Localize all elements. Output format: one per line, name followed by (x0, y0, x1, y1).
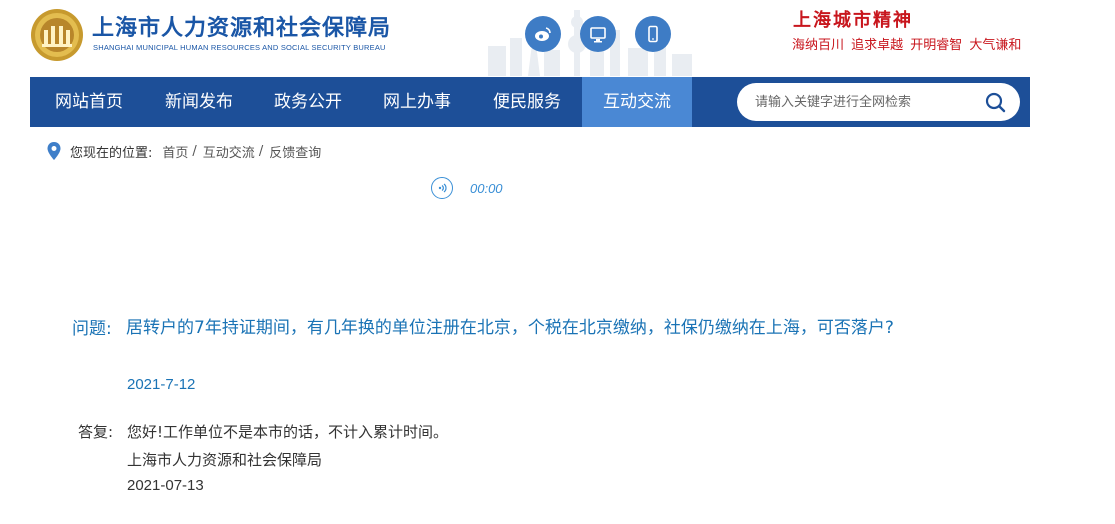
search-icon[interactable] (984, 91, 1006, 113)
breadcrumb-separator: / (258, 143, 264, 159)
breadcrumb-label: 您现在的位置: (70, 145, 153, 161)
question-label: 问题: (72, 319, 112, 339)
question-date: 2021-7-12 (127, 376, 196, 393)
nav-item-public-services[interactable]: 便民服务 (472, 77, 582, 127)
desktop-icon (590, 27, 606, 43)
main-nav: 网站首页 新闻发布 政务公开 网上办事 便民服务 互动交流 (30, 77, 1030, 127)
city-spirit-slogan: 海纳百川 追求卓越 开明睿智 大气谦和 (792, 38, 1022, 53)
audio-play-button[interactable] (431, 177, 453, 199)
answer-label: 答复: (78, 423, 114, 441)
weibo-icon (535, 27, 551, 41)
org-name-en: SHANGHAI MUNICIPAL HUMAN RESOURCES AND S… (93, 43, 386, 52)
nav-item-news[interactable]: 新闻发布 (144, 77, 254, 127)
nav-item-interaction[interactable]: 互动交流 (582, 77, 692, 127)
city-spirit-title: 上海城市精神 (793, 10, 913, 31)
mobile-icon (648, 25, 658, 43)
mobile-button[interactable] (635, 16, 671, 52)
bureau-logo-icon[interactable] (30, 8, 84, 62)
audio-player: 00:00 (431, 177, 503, 199)
breadcrumb-home[interactable]: 首页 (162, 142, 188, 161)
search-box (737, 83, 1020, 121)
audio-time: 00:00 (470, 180, 503, 196)
desktop-button[interactable] (580, 16, 616, 52)
sound-icon (438, 183, 447, 193)
breadcrumb-feedback-query[interactable]: 反馈查询 (269, 142, 321, 161)
nav-item-online-services[interactable]: 网上办事 (362, 77, 472, 127)
answer-org: 上海市人力资源和社会保障局 (127, 451, 323, 469)
weibo-button[interactable] (525, 16, 561, 52)
breadcrumb: 您现在的位置: 首页 / 互动交流 / 反馈查询 (46, 141, 321, 161)
nav-item-government-affairs[interactable]: 政务公开 (253, 77, 363, 127)
location-pin-icon (47, 142, 61, 160)
org-name-cn[interactable]: 上海市人力资源和社会保障局 (92, 10, 391, 42)
breadcrumb-separator: / (192, 143, 197, 159)
answer-text: 您好!工作单位不是本市的话，不计入累计时间。 (127, 423, 449, 441)
search-input[interactable] (755, 92, 975, 112)
site-header: 上海市人力资源和社会保障局 SHANGHAI MUNICIPAL HUMAN R… (0, 0, 1115, 78)
answer-date: 2021-07-13 (127, 477, 204, 494)
nav-item-home[interactable]: 网站首页 (34, 77, 144, 127)
breadcrumb-interaction[interactable]: 互动交流 (203, 142, 255, 161)
question-text: 居转户的7年持证期间，有几年换的单位注册在北京，个税在北京缴纳，社保仍缴纳在上海… (126, 318, 894, 338)
